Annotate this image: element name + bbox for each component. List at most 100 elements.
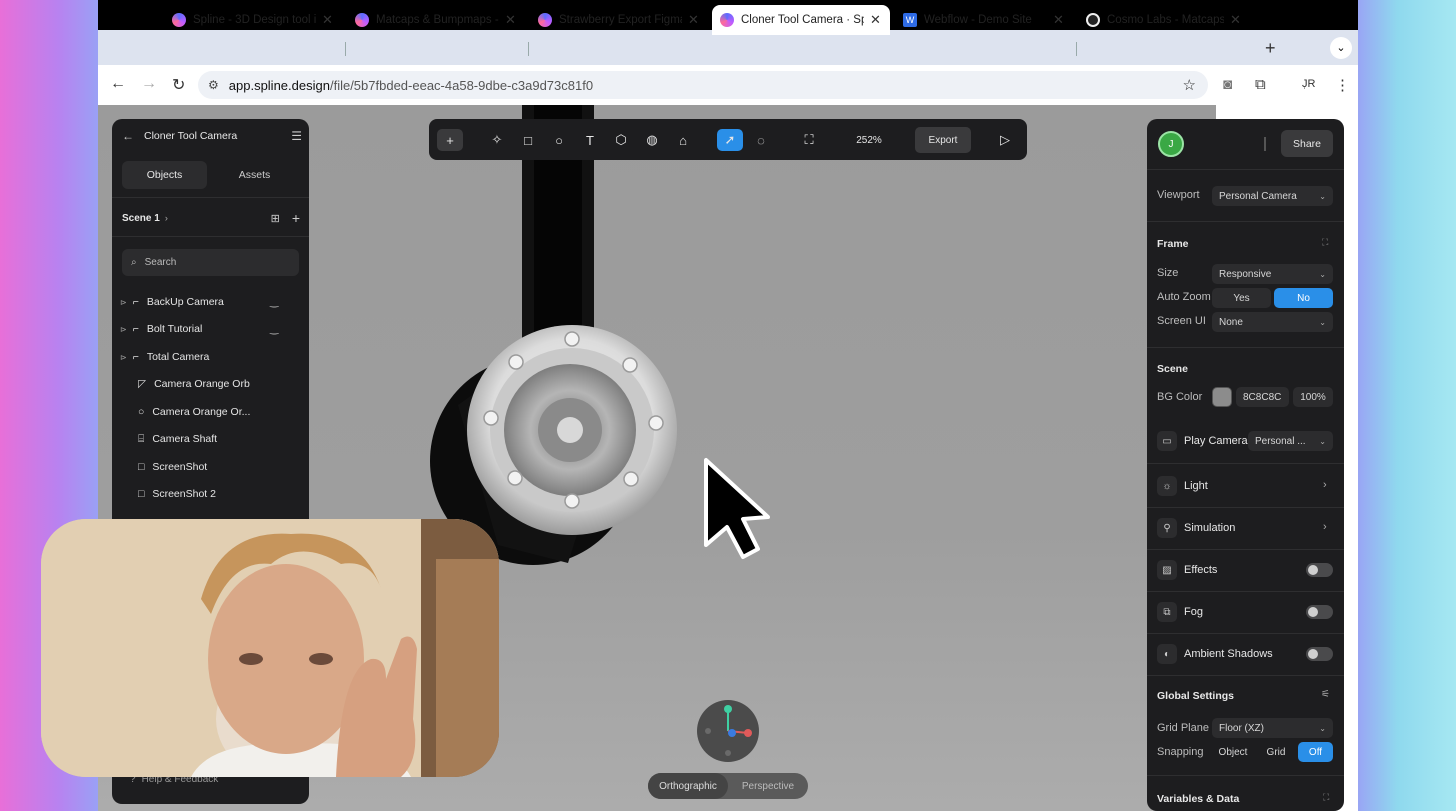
snapping-off-button[interactable]: Off xyxy=(1298,742,1333,762)
chevron-right-icon[interactable]: › xyxy=(1323,479,1327,491)
tag-tool-icon[interactable]: ⌂ xyxy=(670,129,696,151)
search-placeholder: Search xyxy=(144,257,177,268)
chevron-right-icon[interactable]: › xyxy=(1323,521,1327,533)
viewport-select[interactable]: Personal Camera ⌄ xyxy=(1212,186,1333,206)
ellipse-tool-icon[interactable]: ○ xyxy=(546,129,572,151)
ai-sparkle-icon[interactable]: ✧ xyxy=(484,129,510,151)
tab-cloner-tool-camera[interactable]: Cloner Tool Camera · Spl ✕ xyxy=(712,5,890,35)
bgcolor-hex-input[interactable]: 8C8C8C xyxy=(1236,387,1289,407)
search-input[interactable]: ⌕ Search xyxy=(122,249,299,276)
chevron-down-icon: ⌄ xyxy=(1319,269,1326,279)
tab-matcaps[interactable]: Matcaps & Bumpmaps - S ✕ xyxy=(347,5,525,35)
more-menu-icon[interactable]: ⋮ xyxy=(1335,76,1350,94)
tab-strawberry[interactable]: Strawberry Export Figma ✕ xyxy=(530,5,708,35)
camera-icon[interactable]: ◙ xyxy=(1223,76,1232,93)
fog-icon: ⧉ xyxy=(1157,602,1177,622)
grid-view-icon[interactable]: ⊞ xyxy=(271,212,280,225)
tab-webflow[interactable]: W Webflow - Demo Site ✕ xyxy=(895,5,1073,35)
expand-icon[interactable]: ⊳ xyxy=(120,353,127,362)
simulation-label[interactable]: Simulation xyxy=(1184,522,1235,534)
text-tool-icon[interactable]: T xyxy=(577,129,603,151)
hamburger-menu-icon[interactable]: ☰ xyxy=(291,129,302,143)
close-tab-icon[interactable]: ✕ xyxy=(688,12,700,28)
url-input[interactable]: ⚙ app.spline.design/file/5b7fbded-eeac-4… xyxy=(198,71,1208,99)
list-item[interactable]: ⊳ ⌐ Bolt Tutorial ‿ xyxy=(120,319,278,339)
back-arrow-icon[interactable]: ← xyxy=(110,75,126,93)
tab-assets[interactable]: Assets xyxy=(212,161,297,189)
bgcolor-opacity-input[interactable]: 100% xyxy=(1293,387,1333,407)
plane-icon: ◸ xyxy=(138,378,147,390)
cube-tool-icon[interactable]: ⬡ xyxy=(608,129,634,151)
tab-objects[interactable]: Objects xyxy=(122,161,207,189)
bookmark-star-icon[interactable]: ☆ xyxy=(1183,76,1196,94)
perspective-button[interactable]: Perspective xyxy=(728,781,808,792)
viewport-label: Viewport xyxy=(1157,189,1200,201)
tab-search-chevron-icon[interactable]: ⌄ xyxy=(1330,37,1352,59)
autozoom-no-button[interactable]: No xyxy=(1274,288,1333,308)
zoom-level[interactable]: 252% xyxy=(847,129,891,151)
expand-icon[interactable]: ⊳ xyxy=(120,325,127,334)
list-item[interactable]: ○ Camera Orange Or... xyxy=(138,402,250,422)
bgcolor-swatch[interactable] xyxy=(1212,387,1232,407)
chevron-right-icon: › xyxy=(164,213,168,223)
export-button[interactable]: Export xyxy=(915,127,971,153)
frame-tool-icon[interactable]: ⛶ xyxy=(796,129,822,151)
list-item-label: BackUp Camera xyxy=(146,296,224,308)
sphere-icon: ○ xyxy=(138,406,145,418)
material-tool-icon[interactable]: ◍ xyxy=(639,129,665,151)
reload-icon[interactable]: ↻ xyxy=(172,75,185,95)
screenui-select[interactable]: None ⌄ xyxy=(1212,312,1333,332)
effects-toggle[interactable] xyxy=(1306,563,1333,577)
light-label[interactable]: Light xyxy=(1184,480,1208,492)
scene-selector[interactable]: Scene 1 xyxy=(122,213,160,224)
playcamera-select[interactable]: Personal ... ⌄ xyxy=(1248,431,1333,451)
ambient-shadows-toggle[interactable] xyxy=(1306,647,1333,661)
list-item[interactable]: ⊳ ⌐ Total Camera xyxy=(120,347,209,367)
site-settings-icon[interactable]: ⚙ xyxy=(208,78,219,92)
tab-spline-home[interactable]: Spline - 3D Design tool in ✕ xyxy=(164,5,342,35)
snapping-label: Snapping xyxy=(1157,746,1204,758)
back-arrow-icon[interactable]: ← xyxy=(122,129,134,143)
rectangle-tool-icon[interactable]: □ xyxy=(515,129,541,151)
url-host: app.spline.design xyxy=(228,77,330,93)
screenui-label: Screen UI xyxy=(1157,315,1206,327)
close-tab-icon[interactable]: ✕ xyxy=(870,12,882,28)
list-item[interactable]: □ ScreenShot xyxy=(138,457,207,477)
play-icon[interactable]: ▷ xyxy=(992,129,1018,151)
tab-cosmo-labs[interactable]: Cosmo Labs - Matcaps - ✕ xyxy=(1078,5,1250,35)
comment-icon[interactable]: ◌ xyxy=(748,129,774,151)
settings-sliders-icon[interactable]: ⚟ xyxy=(1321,689,1330,700)
orthographic-button[interactable]: Orthographic xyxy=(648,773,728,799)
address-bar: ← → ↻ ⚙ app.spline.design/file/5b7fbded-… xyxy=(98,65,1358,105)
close-tab-icon[interactable]: ✕ xyxy=(1230,12,1242,28)
close-tab-icon[interactable]: ✕ xyxy=(322,12,334,28)
list-item[interactable]: ⌸ Camera Shaft xyxy=(138,429,217,449)
snapping-object-button[interactable]: Object xyxy=(1212,742,1254,762)
extensions-icon[interactable]: ⧉ xyxy=(1255,76,1266,93)
list-item[interactable]: □ ScreenShot 2 xyxy=(138,484,216,504)
select-pointer-icon[interactable]: ➚ xyxy=(717,129,743,151)
list-item[interactable]: ⊳ ⌐ BackUp Camera ‿ xyxy=(120,292,278,312)
expand-frame-icon[interactable]: ⛶ xyxy=(1322,237,1328,248)
new-tab-button[interactable]: + xyxy=(1265,38,1276,59)
add-icon[interactable]: + xyxy=(437,129,463,151)
forward-arrow-icon[interactable]: → xyxy=(141,75,157,93)
close-tab-icon[interactable]: ✕ xyxy=(505,12,517,28)
gridplane-select[interactable]: Floor (XZ) ⌄ xyxy=(1212,718,1333,738)
tab-title: Cosmo Labs - Matcaps - xyxy=(1107,14,1224,26)
autozoom-yes-button[interactable]: Yes xyxy=(1212,288,1271,308)
add-scene-icon[interactable]: + xyxy=(292,210,300,226)
visibility-eye-icon[interactable]: ‿ xyxy=(270,296,278,308)
avatar[interactable]: J xyxy=(1158,131,1184,157)
profile-avatar[interactable]: J̣R xyxy=(1302,78,1315,90)
camera-group-icon: ⌐ xyxy=(132,323,139,335)
share-button[interactable]: Share xyxy=(1281,130,1333,157)
size-select[interactable]: Responsive ⌄ xyxy=(1212,264,1333,284)
visibility-eye-icon[interactable]: ‿ xyxy=(270,323,278,335)
expand-icon[interactable]: ⊳ xyxy=(120,298,127,307)
fog-toggle[interactable] xyxy=(1306,605,1333,619)
snapping-grid-button[interactable]: Grid xyxy=(1256,742,1296,762)
list-item[interactable]: ◸ Camera Orange Orb xyxy=(138,374,250,394)
expand-variables-icon[interactable]: ⛶ xyxy=(1323,792,1329,803)
close-tab-icon[interactable]: ✕ xyxy=(1053,12,1065,28)
